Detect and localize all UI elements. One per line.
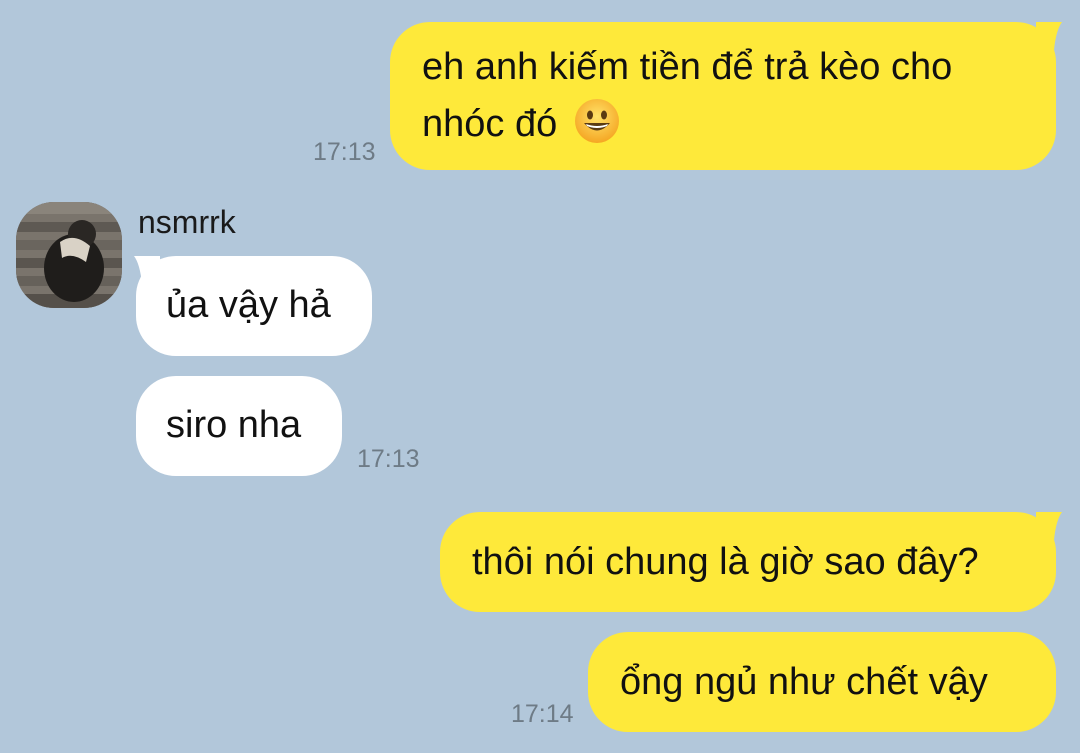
bubble-tail (1036, 512, 1062, 540)
message-timestamp: 17:14 (511, 700, 574, 728)
message-text: thôi nói chung là giờ sao đây? (472, 541, 979, 583)
message-text: ổng ngủ như chết vậy (620, 661, 988, 703)
message-bubble-outgoing[interactable]: eh anh kiếm tiền để trả kèo cho nhóc đó (390, 22, 1056, 170)
message-timestamp: 17:13 (357, 445, 420, 473)
message-text: ủa vậy hả (166, 284, 331, 326)
avatar-photo (16, 202, 122, 308)
bubble-tail (1036, 22, 1062, 50)
message-bubble-outgoing[interactable]: ổng ngủ như chết vậy (588, 632, 1056, 732)
message-text: eh anh kiếm tiền để trả kèo cho nhóc đó (422, 46, 953, 145)
message-bubble-outgoing[interactable]: thôi nói chung là giờ sao đây? (440, 512, 1056, 612)
message-text: siro nha (166, 404, 302, 446)
message-bubble-incoming[interactable]: siro nha (136, 376, 342, 476)
sender-name: nsmrrk (138, 204, 236, 240)
message-timestamp: 17:13 (313, 138, 376, 166)
contact-avatar[interactable] (16, 202, 122, 308)
grinning-face-emoji-icon (574, 99, 619, 143)
message-bubble-incoming[interactable]: ủa vậy hả (136, 256, 372, 356)
